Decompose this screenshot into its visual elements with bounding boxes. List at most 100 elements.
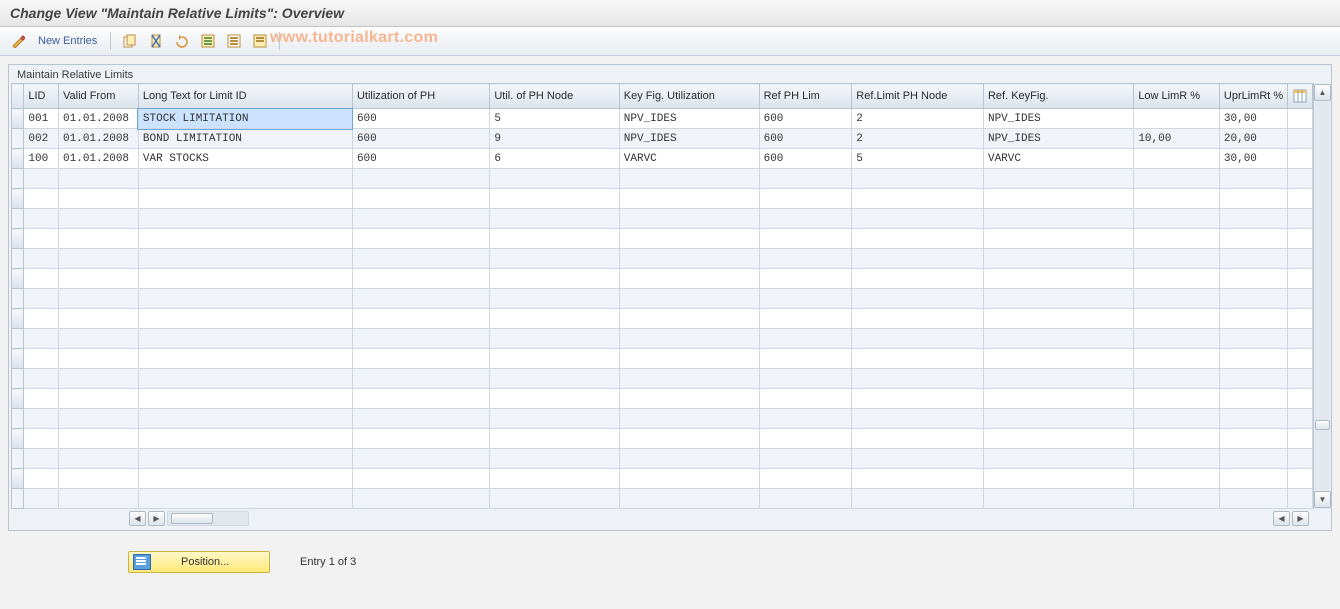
cell[interactable] — [619, 469, 759, 489]
cell[interactable] — [1134, 189, 1220, 209]
row-selector-header[interactable] — [12, 84, 24, 109]
cell[interactable] — [759, 169, 852, 189]
cell[interactable] — [490, 249, 619, 269]
cell[interactable] — [1134, 469, 1220, 489]
scroll-down-icon[interactable]: ▼ — [1314, 491, 1331, 508]
row-selector[interactable] — [12, 389, 24, 409]
cell[interactable] — [59, 409, 139, 429]
cell[interactable] — [352, 489, 489, 509]
cell[interactable] — [1134, 269, 1220, 289]
scroll-left-end-icon[interactable]: ◀ — [1273, 511, 1290, 526]
column-header[interactable]: Key Fig. Utilization — [619, 84, 759, 109]
cell[interactable] — [852, 289, 984, 309]
cell[interactable]: 01.01.2008 — [59, 109, 139, 129]
cell[interactable] — [490, 469, 619, 489]
cell[interactable] — [490, 169, 619, 189]
cell[interactable] — [852, 169, 984, 189]
cell[interactable] — [619, 209, 759, 229]
cell[interactable] — [24, 329, 59, 349]
cell[interactable] — [490, 369, 619, 389]
cell[interactable] — [852, 349, 984, 369]
cell[interactable] — [619, 489, 759, 509]
column-header[interactable]: LID — [24, 84, 59, 109]
cell[interactable]: VARVC — [619, 149, 759, 169]
cell[interactable] — [24, 369, 59, 389]
cell[interactable] — [24, 389, 59, 409]
cell[interactable]: 10,00 — [1134, 129, 1220, 149]
cell[interactable] — [983, 469, 1133, 489]
select-block-icon[interactable] — [224, 31, 244, 51]
cell[interactable] — [1219, 209, 1287, 229]
scroll-right-icon[interactable]: ▶ — [148, 511, 165, 526]
cell[interactable] — [983, 289, 1133, 309]
cell[interactable] — [852, 369, 984, 389]
row-selector[interactable] — [12, 369, 24, 389]
cell[interactable] — [1134, 209, 1220, 229]
cell[interactable] — [138, 329, 352, 349]
vertical-scrollbar[interactable]: ▲ ▼ — [1313, 83, 1331, 509]
cell[interactable] — [352, 169, 489, 189]
cell[interactable] — [1219, 369, 1287, 389]
cell[interactable] — [1219, 429, 1287, 449]
cell[interactable] — [352, 349, 489, 369]
cell[interactable] — [619, 249, 759, 269]
cell[interactable] — [59, 189, 139, 209]
cell[interactable] — [983, 169, 1133, 189]
position-button[interactable]: Position... — [128, 551, 270, 573]
cell[interactable] — [24, 409, 59, 429]
undo-change-icon[interactable] — [172, 31, 192, 51]
cell[interactable] — [490, 289, 619, 309]
cell[interactable] — [59, 209, 139, 229]
row-selector[interactable] — [12, 149, 24, 169]
cell[interactable] — [1134, 229, 1220, 249]
cell[interactable]: 5 — [490, 109, 619, 129]
cell[interactable] — [59, 349, 139, 369]
cell[interactable] — [138, 169, 352, 189]
row-selector[interactable] — [12, 489, 24, 509]
cell[interactable] — [138, 409, 352, 429]
cell[interactable] — [619, 229, 759, 249]
row-selector[interactable] — [12, 429, 24, 449]
cell[interactable] — [490, 209, 619, 229]
column-header[interactable]: UprLimRt % — [1219, 84, 1287, 109]
cell[interactable] — [24, 189, 59, 209]
cell[interactable] — [59, 269, 139, 289]
cell[interactable] — [138, 469, 352, 489]
cell[interactable] — [352, 209, 489, 229]
hscroll-thumb[interactable] — [171, 513, 213, 524]
cell[interactable] — [852, 329, 984, 349]
cell[interactable]: NPV_IDES — [619, 109, 759, 129]
cell[interactable] — [759, 289, 852, 309]
cell[interactable] — [1219, 449, 1287, 469]
cell[interactable] — [852, 469, 984, 489]
cell[interactable] — [759, 429, 852, 449]
cell[interactable] — [619, 289, 759, 309]
cell[interactable] — [983, 489, 1133, 509]
cell[interactable] — [983, 209, 1133, 229]
row-selector[interactable] — [12, 229, 24, 249]
row-selector[interactable] — [12, 329, 24, 349]
cell[interactable]: 600 — [352, 129, 489, 149]
cell[interactable]: 600 — [759, 129, 852, 149]
cell[interactable] — [59, 429, 139, 449]
row-selector[interactable] — [12, 189, 24, 209]
cell[interactable] — [759, 249, 852, 269]
cell[interactable]: 2 — [852, 109, 984, 129]
column-header[interactable]: Ref. KeyFig. — [983, 84, 1133, 109]
cell[interactable] — [352, 229, 489, 249]
column-header[interactable]: Util. of PH Node — [490, 84, 619, 109]
row-selector[interactable] — [12, 449, 24, 469]
cell[interactable] — [852, 309, 984, 329]
cell[interactable]: 30,00 — [1219, 149, 1287, 169]
cell[interactable]: 01.01.2008 — [59, 129, 139, 149]
scroll-nub[interactable] — [1315, 420, 1330, 430]
column-header[interactable]: Long Text for Limit ID — [138, 84, 352, 109]
cell[interactable] — [852, 249, 984, 269]
row-selector[interactable] — [12, 269, 24, 289]
cell[interactable] — [24, 429, 59, 449]
cell[interactable] — [1134, 429, 1220, 449]
cell[interactable] — [619, 429, 759, 449]
cell[interactable] — [852, 389, 984, 409]
cell[interactable] — [352, 449, 489, 469]
row-selector[interactable] — [12, 129, 24, 149]
